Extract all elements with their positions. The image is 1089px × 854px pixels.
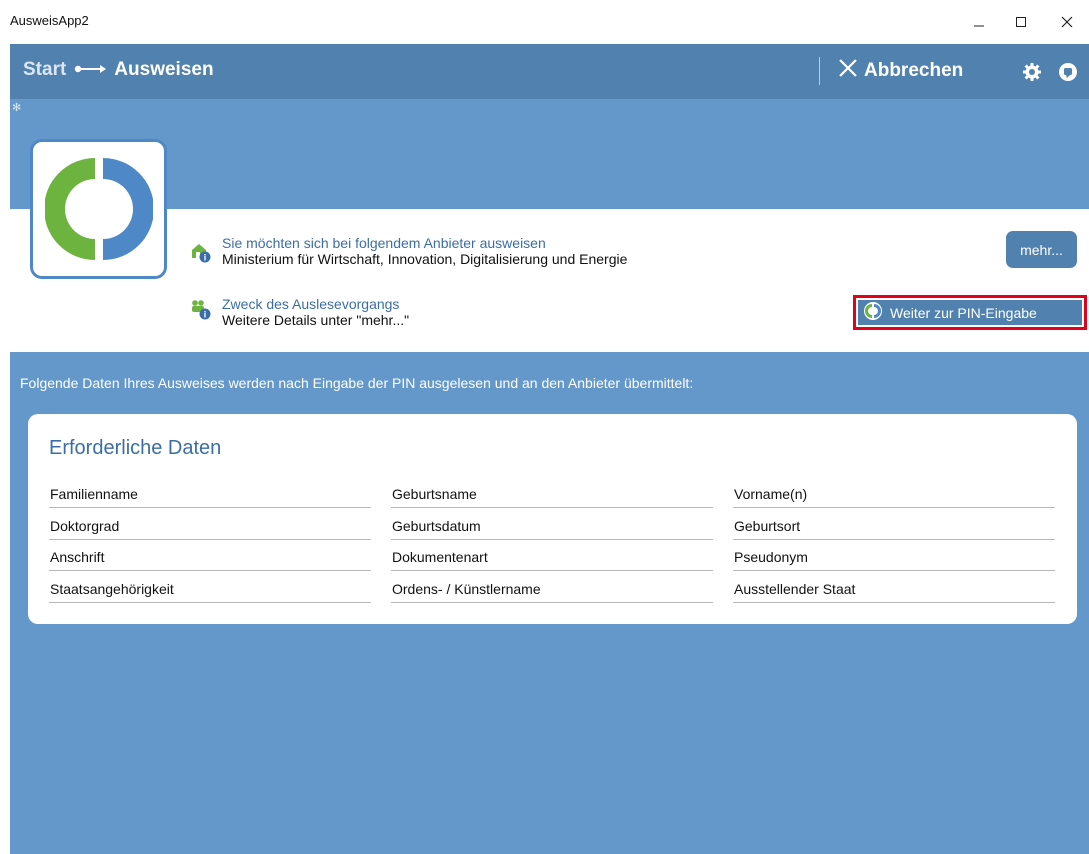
app-logo (30, 139, 167, 279)
provider-info: i Sie möchten sich bei folgendem Anbiete… (190, 235, 627, 268)
purpose-info: i Zweck des Auslesevorgangs Weitere Deta… (190, 296, 409, 328)
provider-title: Sie möchten sich bei folgendem Anbieter … (222, 235, 546, 251)
purpose-info-icon: i (190, 298, 212, 325)
svg-text:i: i (204, 253, 207, 263)
svg-text:i: i (204, 310, 207, 320)
field-item: Dokumentenart (391, 545, 713, 571)
cancel-button[interactable]: Abbrechen (838, 58, 963, 84)
lead-text: Folgende Daten Ihres Ausweises werden na… (20, 375, 694, 391)
field-item: Ordens- / Künstlername (391, 577, 713, 603)
app-logo-small-icon (864, 302, 882, 323)
field-item: Anschrift (49, 545, 371, 571)
maximize-icon[interactable] (1006, 8, 1036, 36)
required-data-title: Erforderliche Daten (49, 437, 222, 459)
window-title: AusweisApp2 (10, 13, 89, 28)
pin-entry-button-highlight[interactable]: Weiter zur PIN-Eingabe (853, 295, 1087, 330)
main-content: ✻ i Sie möchten sich bei folgendem Anbie… (10, 99, 1089, 854)
field-item: Doktorgrad (49, 514, 371, 540)
x-icon (838, 58, 858, 84)
more-button[interactable]: mehr... (1006, 231, 1077, 268)
breadcrumb: Start Ausweisen (23, 59, 214, 81)
purpose-title: Zweck des Auslesevorgangs (222, 296, 400, 312)
app-header: Start Ausweisen Abbrechen (10, 44, 1089, 99)
minimize-icon[interactable] (964, 8, 994, 36)
breadcrumb-start[interactable]: Start (23, 59, 66, 81)
purpose-detail: Weitere Details unter "mehr..." (222, 312, 410, 328)
purpose-text: Zweck des Auslesevorgangs Weitere Detail… (222, 296, 409, 328)
provider-panel (10, 209, 1089, 352)
cancel-label: Abbrechen (864, 60, 964, 81)
field-item: Vorname(n) (733, 482, 1055, 508)
provider-text: Sie möchten sich bei folgendem Anbieter … (222, 235, 627, 267)
field-item: Geburtsort (733, 514, 1055, 540)
field-item: Geburtsdatum (391, 514, 713, 540)
field-item: Staatsangehörigkeit (49, 577, 371, 603)
header-divider (819, 57, 820, 85)
field-item: Geburtsname (391, 482, 713, 508)
snowflake-icon: ✻ (12, 102, 22, 114)
window-titlebar: AusweisApp2 (0, 0, 1089, 44)
field-item: Pseudonym (733, 545, 1055, 571)
help-icon[interactable] (1057, 61, 1079, 83)
provider-info-icon: i (190, 241, 212, 268)
breadcrumb-current: Ausweisen (114, 59, 214, 80)
field-item: Ausstellender Staat (733, 577, 1055, 603)
provider-name: Ministerium für Wirtschaft, Innovation, … (222, 251, 628, 267)
pin-entry-button[interactable]: Weiter zur PIN-Eingabe (858, 300, 1082, 325)
close-icon[interactable] (1052, 8, 1082, 36)
required-data-card: Erforderliche Daten Familienname Geburts… (28, 414, 1077, 624)
pin-entry-label: Weiter zur PIN-Eingabe (890, 304, 1037, 321)
field-item: Familienname (49, 482, 371, 508)
settings-icon[interactable] (1021, 61, 1043, 83)
arrow-right-icon (74, 59, 107, 81)
